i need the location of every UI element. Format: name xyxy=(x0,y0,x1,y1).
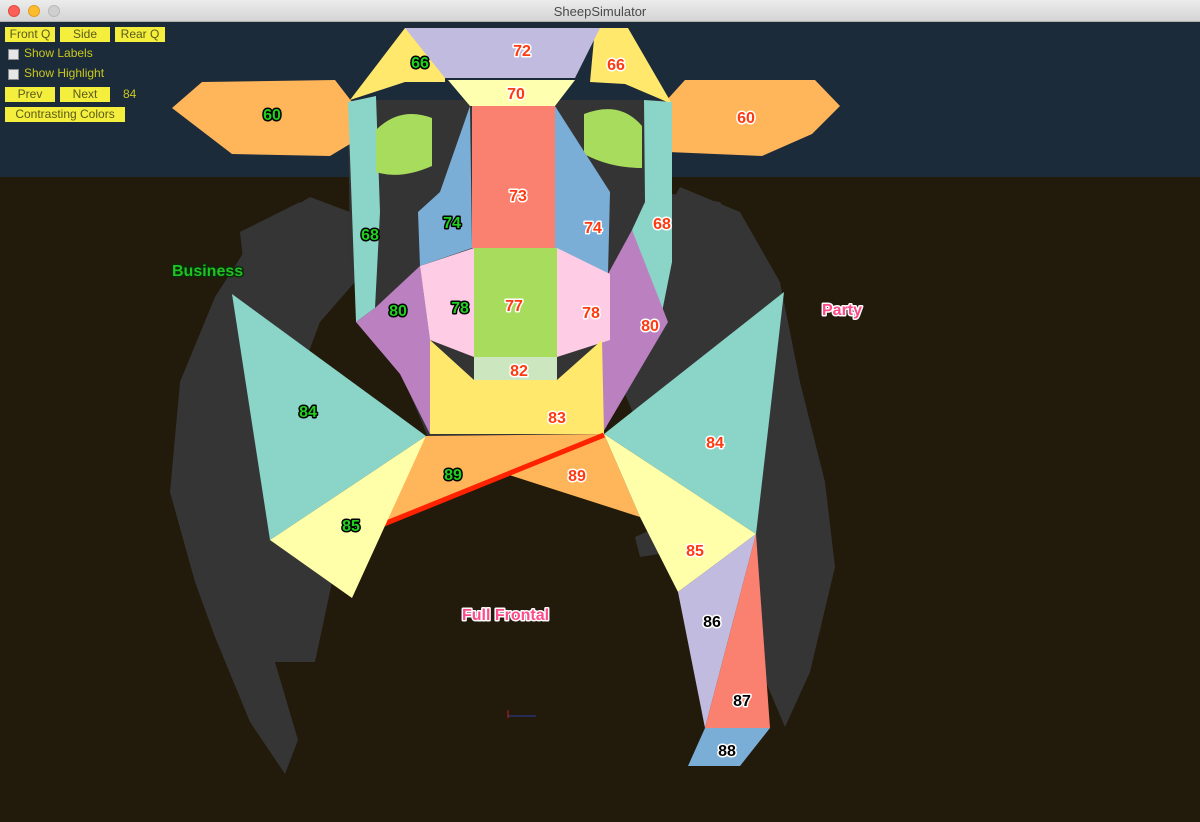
side-button[interactable]: Side xyxy=(60,27,110,42)
num-ear-right: 60 xyxy=(737,110,755,127)
num-jaw-right: 80 xyxy=(641,318,659,335)
num-leg-left: 85 xyxy=(342,518,360,535)
num-top-left: 66 xyxy=(411,55,429,72)
num-eye-side-left: 74 xyxy=(443,215,461,232)
num-hoof: 88 xyxy=(718,743,736,760)
rear-q-button[interactable]: Rear Q xyxy=(115,27,165,42)
num-leg-mid: 86 xyxy=(703,614,721,631)
num-muzzle-center: 77 xyxy=(505,298,523,315)
show-labels-label: Show Labels xyxy=(24,46,93,60)
show-highlight-checkbox[interactable] xyxy=(8,69,19,80)
nose-panel xyxy=(472,106,555,248)
num-brow: 70 xyxy=(507,86,525,103)
front-q-button[interactable]: Front Q xyxy=(5,27,55,42)
num-cheek-right: 68 xyxy=(653,216,671,233)
title-bar: SheepSimulator xyxy=(0,0,1200,22)
contrasting-colors-button[interactable]: Contrasting Colors xyxy=(5,107,125,122)
num-leg-low: 87 xyxy=(733,693,751,710)
num-cheek-left: 68 xyxy=(361,227,379,244)
show-labels-checkbox[interactable] xyxy=(8,49,19,60)
num-neck: 83 xyxy=(548,410,566,427)
current-panel-number: 84 xyxy=(123,87,137,101)
num-leg-right: 85 xyxy=(686,543,704,560)
label-party: Party xyxy=(822,302,862,319)
num-nose: 73 xyxy=(509,188,527,205)
num-top-right: 66 xyxy=(607,57,625,74)
num-chest-left: 89 xyxy=(444,467,462,484)
num-jaw-left: 80 xyxy=(389,303,407,320)
eye-left xyxy=(376,114,432,175)
show-highlight-label: Show Highlight xyxy=(24,66,105,80)
label-business: Business xyxy=(172,263,243,280)
num-muzzle-left: 78 xyxy=(451,300,469,317)
num-crown: 72 xyxy=(513,43,531,60)
num-shoulder-left: 84 xyxy=(299,404,317,421)
num-shoulder-right: 84 xyxy=(706,435,724,452)
num-eye-side-right: 74 xyxy=(584,220,602,237)
num-muzzle-right: 78 xyxy=(582,305,600,322)
window-title: SheepSimulator xyxy=(553,4,647,19)
sheep-model-view[interactable]: Business Party Full Frontal 60 66 68 74 … xyxy=(0,22,1200,822)
prev-button[interactable]: Prev xyxy=(5,87,55,102)
num-ear-left: 60 xyxy=(263,107,281,124)
num-chin: 82 xyxy=(510,363,528,380)
label-full-frontal: Full Frontal xyxy=(462,607,549,624)
num-chest-right: 89 xyxy=(568,468,586,485)
app-window: SheepSimulator Business Party Full Front… xyxy=(0,0,1200,822)
3d-viewport[interactable]: Business Party Full Frontal 60 66 68 74 … xyxy=(0,22,1200,822)
next-button[interactable]: Next xyxy=(60,87,110,102)
